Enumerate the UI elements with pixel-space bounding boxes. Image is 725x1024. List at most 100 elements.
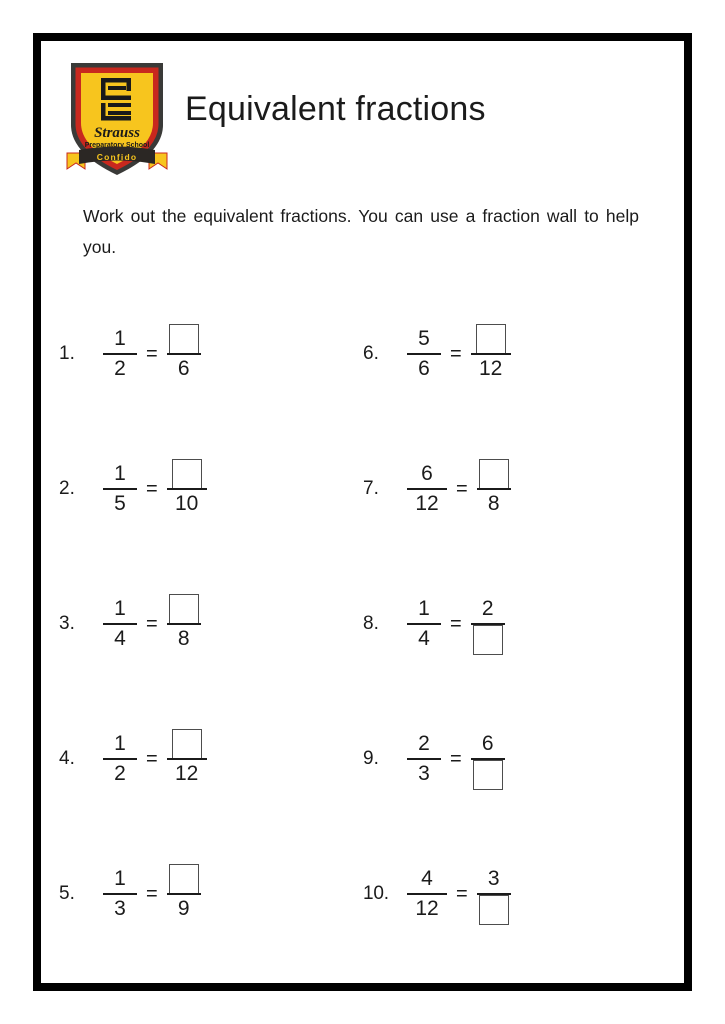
crest-school-name: Strauss (94, 125, 140, 141)
answer-box[interactable] (168, 593, 199, 624)
denominator: 12 (479, 357, 503, 380)
equals-sign: = (146, 883, 158, 905)
answer-box[interactable] (478, 894, 509, 925)
numerator: 1 (114, 327, 126, 350)
numerator: 5 (418, 327, 430, 350)
numerator (478, 458, 509, 489)
question-number: 5. (59, 883, 75, 904)
question-item: 10. 4 12 = 3 (363, 846, 663, 942)
question-number: 6. (363, 343, 379, 364)
numerator (475, 323, 506, 354)
question-expression: 1 3 = 9 (103, 863, 201, 923)
denominator: 3 (114, 897, 126, 920)
question-expression: 1 4 = 2 (407, 595, 505, 655)
question-expression: 5 6 = 12 (407, 323, 511, 383)
fraction-right: 12 (166, 728, 207, 788)
fraction-left: 1 2 (103, 325, 137, 383)
question-number: 7. (363, 478, 379, 499)
equals-sign: = (146, 343, 158, 365)
equals-sign: = (450, 748, 462, 770)
numerator (168, 593, 199, 624)
question-expression: 6 12 = 8 (407, 458, 511, 518)
questions-column-right: 6. 5 6 = 12 7. 6 12 = 8 8. 1 4 = 2 9. 2 … (363, 296, 663, 936)
denominator (478, 894, 509, 925)
equals-sign: = (456, 478, 468, 500)
denominator: 4 (114, 627, 126, 650)
answer-box[interactable] (168, 323, 199, 354)
answer-box[interactable] (472, 624, 503, 655)
question-item: 9. 2 3 = 6 (363, 711, 663, 807)
instructions-text: Work out the equivalent fractions. You c… (83, 206, 639, 257)
worksheet-page: Strauss Preparatory School Confido Equiv… (0, 0, 725, 1024)
numerator: 1 (418, 597, 430, 620)
denominator: 3 (418, 762, 430, 785)
question-item: 8. 1 4 = 2 (363, 576, 663, 672)
fraction-left: 6 12 (407, 460, 447, 518)
numerator: 1 (114, 597, 126, 620)
question-number: 3. (59, 613, 75, 634)
worksheet-header: Strauss Preparatory School Confido Equiv… (41, 41, 684, 191)
numerator: 6 (481, 732, 494, 755)
fraction-right: 9 (166, 863, 201, 923)
equals-sign: = (450, 343, 462, 365)
denominator: 6 (418, 357, 430, 380)
numerator (171, 458, 202, 489)
questions-grid: 1. 1 2 = 6 2. 1 5 = 10 3. 1 4 = 8 4. 1 2… (41, 296, 684, 936)
fraction-left: 1 3 (103, 865, 137, 923)
question-item: 6. 5 6 = 12 (363, 306, 663, 402)
question-item: 1. 1 2 = 6 (59, 306, 359, 402)
denominator: 6 (177, 357, 190, 380)
denominator: 9 (177, 897, 190, 920)
answer-box[interactable] (171, 728, 202, 759)
question-number: 2. (59, 478, 75, 499)
numerator: 1 (114, 462, 126, 485)
question-expression: 1 4 = 8 (103, 593, 201, 653)
question-expression: 4 12 = 3 (407, 865, 511, 925)
question-item: 4. 1 2 = 12 (59, 711, 359, 807)
denominator: 2 (114, 357, 126, 380)
question-number: 10. (363, 883, 389, 904)
numerator (168, 323, 199, 354)
denominator: 12 (175, 762, 199, 785)
question-item: 7. 6 12 = 8 (363, 441, 663, 537)
fraction-right: 6 (470, 730, 505, 790)
question-number: 4. (59, 748, 75, 769)
page-title: Equivalent fractions (185, 90, 486, 128)
fraction-right: 2 (470, 595, 505, 655)
numerator (168, 863, 199, 894)
school-crest-logo: Strauss Preparatory School Confido (61, 53, 173, 181)
fraction-left: 4 12 (407, 865, 447, 923)
numerator: 2 (418, 732, 430, 755)
numerator: 3 (487, 867, 500, 890)
fraction-left: 1 5 (103, 460, 137, 518)
fraction-right: 12 (470, 323, 511, 383)
fraction-left: 5 6 (407, 325, 441, 383)
answer-box[interactable] (171, 458, 202, 489)
denominator: 5 (114, 492, 126, 515)
question-number: 1. (59, 343, 75, 364)
fraction-left: 1 2 (103, 730, 137, 788)
numerator: 1 (114, 867, 126, 890)
fraction-right: 8 (166, 593, 201, 653)
numerator: 2 (481, 597, 494, 620)
answer-box[interactable] (475, 323, 506, 354)
denominator: 2 (114, 762, 126, 785)
numerator: 6 (421, 462, 433, 485)
question-number: 8. (363, 613, 379, 634)
question-item: 3. 1 4 = 8 (59, 576, 359, 672)
crest-motto: Confido (97, 152, 138, 162)
answer-box[interactable] (472, 759, 503, 790)
question-expression: 1 2 = 6 (103, 323, 201, 383)
question-item: 2. 1 5 = 10 (59, 441, 359, 537)
fraction-left: 1 4 (407, 595, 441, 653)
answer-box[interactable] (168, 863, 199, 894)
question-expression: 1 5 = 10 (103, 458, 207, 518)
equals-sign: = (450, 613, 462, 635)
numerator: 4 (421, 867, 433, 890)
numerator: 1 (114, 732, 126, 755)
equals-sign: = (146, 613, 158, 635)
question-expression: 1 2 = 12 (103, 728, 207, 788)
equals-sign: = (456, 883, 468, 905)
fraction-left: 1 4 (103, 595, 137, 653)
answer-box[interactable] (478, 458, 509, 489)
